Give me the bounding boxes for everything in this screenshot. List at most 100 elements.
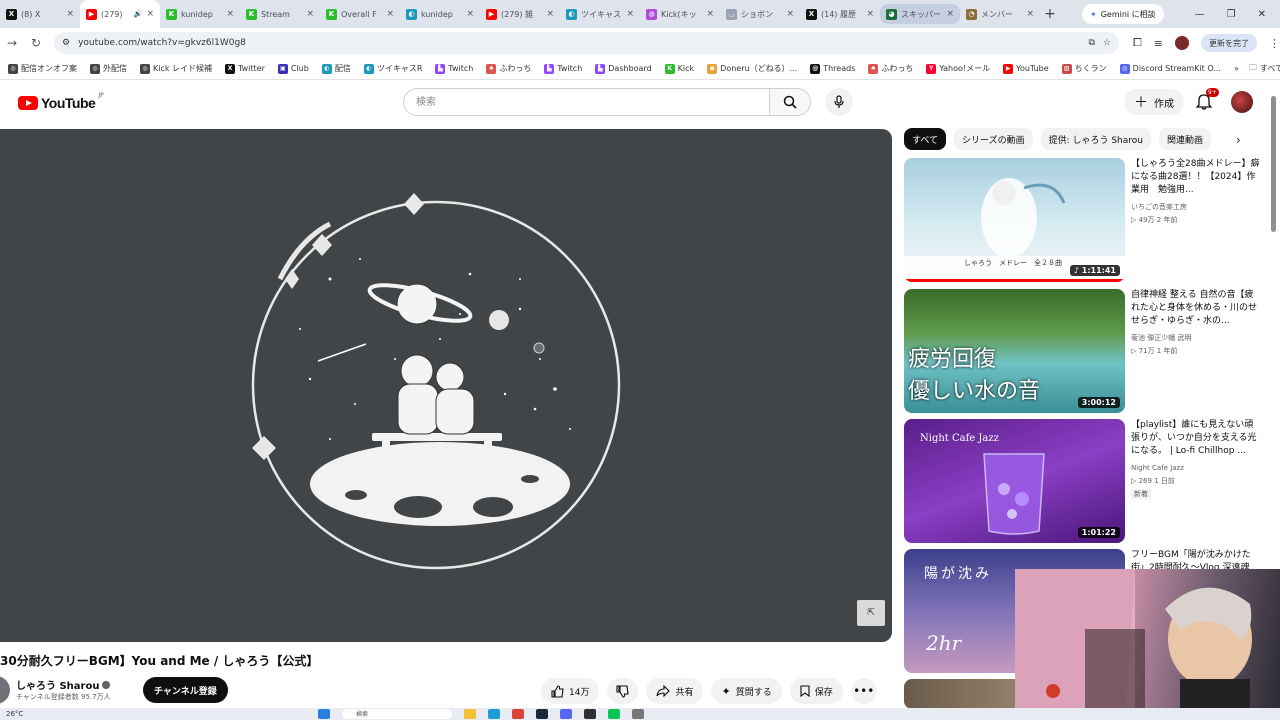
install-app-icon[interactable]: ⧉ bbox=[1088, 38, 1094, 48]
bookmark-item[interactable]: ▨ ちくラン bbox=[1061, 63, 1107, 74]
bookmark-item[interactable]: ▶ YouTube bbox=[1003, 63, 1049, 74]
subscribe-button[interactable]: チャンネル登録 bbox=[143, 677, 228, 703]
tab-close-icon[interactable]: × bbox=[706, 9, 714, 19]
browser-tab[interactable]: ◐ kunidep × bbox=[400, 0, 480, 28]
bookmark-item[interactable]: ◎ Kick レイド候補 bbox=[140, 63, 212, 74]
bookmark-item[interactable]: ♠ ふわっち bbox=[868, 63, 913, 74]
bookmark-item[interactable]: ▙ Twitch bbox=[544, 63, 582, 74]
search-button[interactable] bbox=[769, 88, 811, 116]
miniplayer-toggle-button[interactable]: ⇱ bbox=[857, 600, 885, 626]
bookmark-item[interactable]: ◎ Discord StreamKit O... bbox=[1119, 63, 1221, 74]
bookmark-item[interactable]: ♠ ふわっち bbox=[486, 63, 531, 74]
app-icon[interactable] bbox=[632, 709, 644, 719]
bookmark-item[interactable]: K Kick bbox=[664, 63, 694, 74]
tab-close-icon[interactable]: × bbox=[546, 9, 554, 19]
tab-close-icon[interactable]: × bbox=[626, 9, 634, 19]
voice-search-button[interactable] bbox=[825, 88, 853, 116]
search-input[interactable] bbox=[403, 88, 769, 116]
more-actions-button[interactable]: ••• bbox=[850, 678, 877, 704]
edge-icon[interactable] bbox=[488, 709, 500, 719]
tab-close-icon[interactable]: × bbox=[226, 9, 234, 19]
channel-name-link[interactable]: しゃろう Sharou bbox=[16, 677, 111, 692]
recommendation-title[interactable]: 【しゃろう全28曲メドレー】癖になる曲28選！！【2024】作業用 勉強用... bbox=[1131, 158, 1261, 197]
browser-tab[interactable]: ◍ Kick(キッ × bbox=[640, 0, 720, 28]
obs-icon[interactable] bbox=[584, 709, 596, 719]
chip-series[interactable]: シリーズの動画 bbox=[954, 128, 1033, 150]
profile-avatar[interactable] bbox=[1175, 36, 1189, 50]
video-thumbnail[interactable]: しゃろう メドレー 全２８曲 ♪ 1:11:41 bbox=[904, 158, 1125, 282]
browser-tab[interactable]: X (8) X × bbox=[0, 0, 80, 28]
dislike-button[interactable] bbox=[607, 678, 639, 704]
bookmark-item[interactable]: ◎ 外配信 bbox=[90, 63, 127, 74]
bookmark-item[interactable]: ▣ Club bbox=[277, 63, 309, 74]
taskbar-search[interactable]: 検索 bbox=[342, 709, 452, 719]
extensions-icon[interactable]: ⧠ bbox=[1133, 36, 1142, 50]
address-bar[interactable]: ⚙ youtube.com/watch?v=gkvz6l1W0g8 ⧉ ☆ bbox=[54, 32, 1119, 54]
browser-tab[interactable]: K Stream × bbox=[240, 0, 320, 28]
tab-close-icon[interactable]: × bbox=[866, 9, 874, 19]
bookmark-star-icon[interactable]: ☆ bbox=[1103, 38, 1111, 48]
browser-tab[interactable]: ◔ メンバー × bbox=[960, 0, 1040, 28]
browser-tab[interactable]: X (14) 履歴 × bbox=[800, 0, 880, 28]
start-windows-icon[interactable] bbox=[318, 709, 330, 719]
recommendation-item[interactable]: しゃろう メドレー 全２８曲 ♪ 1:11:41 【しゃろう全28曲メドレー】癖… bbox=[904, 158, 1274, 282]
tab-close-icon[interactable]: × bbox=[146, 9, 154, 19]
menu-kebab-icon[interactable]: ⋮ bbox=[1269, 37, 1280, 50]
bookmarks-overflow-button[interactable]: » bbox=[1234, 64, 1239, 73]
bookmark-item[interactable]: ▙ Dashboard bbox=[595, 63, 652, 74]
recommendation-channel[interactable]: いちごの音楽工房 bbox=[1131, 202, 1187, 212]
minimize-icon[interactable]: — bbox=[1195, 9, 1205, 20]
video-player[interactable] bbox=[0, 129, 892, 642]
browser-tab[interactable]: ◕ スキッパー × bbox=[880, 4, 960, 24]
back-arrow-icon[interactable]: → bbox=[0, 36, 24, 50]
speaker-icon[interactable]: 🔊 bbox=[134, 10, 143, 18]
chrome-icon[interactable] bbox=[512, 709, 524, 719]
steam-icon[interactable] bbox=[536, 709, 548, 719]
ask-button[interactable]: ✦ 質問する bbox=[711, 678, 782, 704]
browser-tab[interactable]: ◐ ツイキャス × bbox=[560, 0, 640, 28]
browser-tab[interactable]: Kkunidep × bbox=[160, 0, 240, 28]
tab-close-icon[interactable]: × bbox=[466, 9, 474, 19]
create-button[interactable]: ＋ 作成 bbox=[1124, 89, 1184, 115]
recommendation-channel[interactable]: 菊池 弾正少幡 武明 bbox=[1131, 333, 1191, 343]
gemini-button[interactable]: ✦ Gemini に相談 bbox=[1082, 4, 1164, 24]
chip-related[interactable]: 関連動画 bbox=[1158, 128, 1211, 150]
chips-next-chevron-icon[interactable]: › bbox=[1236, 133, 1241, 147]
recommendation-item[interactable]: Night Cafe Jazz 1:01:22 【playlist】誰にも見えな… bbox=[904, 419, 1274, 543]
tab-close-icon[interactable]: × bbox=[386, 9, 394, 19]
save-button[interactable]: 保存 bbox=[789, 678, 843, 704]
browser-tab[interactable]: ◡ ショボン × bbox=[720, 0, 800, 28]
site-info-icon[interactable]: ⚙ bbox=[62, 38, 70, 48]
bookmark-item[interactable]: @ Threads bbox=[810, 63, 855, 74]
youtube-logo[interactable]: YouTube JP bbox=[18, 92, 104, 111]
bookmark-item[interactable]: X Twitter bbox=[225, 63, 265, 74]
chip-all[interactable]: すべて bbox=[904, 128, 947, 150]
close-window-icon[interactable]: ✕ bbox=[1258, 9, 1266, 20]
all-bookmarks-folder[interactable]: 🗀 すべてのブックマーク bbox=[1249, 62, 1280, 76]
video-thumbnail[interactable]: 疲労回復 優しい水の音 3:00:12 bbox=[904, 289, 1125, 413]
reload-icon[interactable]: ↻ bbox=[24, 36, 48, 50]
new-tab-button[interactable]: + bbox=[1040, 6, 1060, 22]
recommendation-title[interactable]: 【playlist】誰にも見えない頑張りが、いつか自分を支える光になる。 | L… bbox=[1131, 419, 1261, 458]
recommendation-title[interactable]: 自律神経 整える 自然の音【疲れた心と身体を休める・川のせせらぎ・ゆらぎ・水の.… bbox=[1131, 289, 1261, 328]
channel-avatar[interactable] bbox=[0, 676, 10, 704]
tab-close-icon[interactable]: × bbox=[306, 9, 314, 19]
bookmark-item[interactable]: ▙ Twitch bbox=[435, 63, 473, 74]
bookmark-item[interactable]: ◉ Doneru（どねる）... bbox=[707, 63, 797, 74]
tab-close-icon[interactable]: × bbox=[946, 9, 954, 19]
recommendation-channel[interactable]: Night Cafe Jazz bbox=[1131, 463, 1184, 473]
discord-icon[interactable] bbox=[560, 709, 572, 719]
browser-tab[interactable]: ▶ (279) 🔊 × bbox=[80, 0, 160, 28]
bookmark-item[interactable]: Y Yahoo!メール bbox=[926, 63, 990, 74]
browser-tab[interactable]: ▶ (279) 雑 × bbox=[480, 0, 560, 28]
tab-close-icon[interactable]: × bbox=[66, 9, 74, 19]
like-button[interactable]: 14万 bbox=[541, 678, 600, 704]
bookmark-item[interactable]: ◎ 配信オンオフ案 bbox=[8, 63, 77, 74]
update-button[interactable]: 更新を完了 bbox=[1201, 34, 1257, 52]
share-button[interactable]: 共有 bbox=[646, 678, 704, 704]
explorer-icon[interactable] bbox=[464, 709, 476, 719]
browser-tab[interactable]: K Overall F × bbox=[320, 0, 400, 28]
video-thumbnail[interactable]: Night Cafe Jazz 1:01:22 bbox=[904, 419, 1125, 543]
maximize-icon[interactable]: ❐ bbox=[1227, 9, 1236, 20]
chip-from-channel[interactable]: 提供: しゃろう Sharou bbox=[1040, 128, 1151, 150]
